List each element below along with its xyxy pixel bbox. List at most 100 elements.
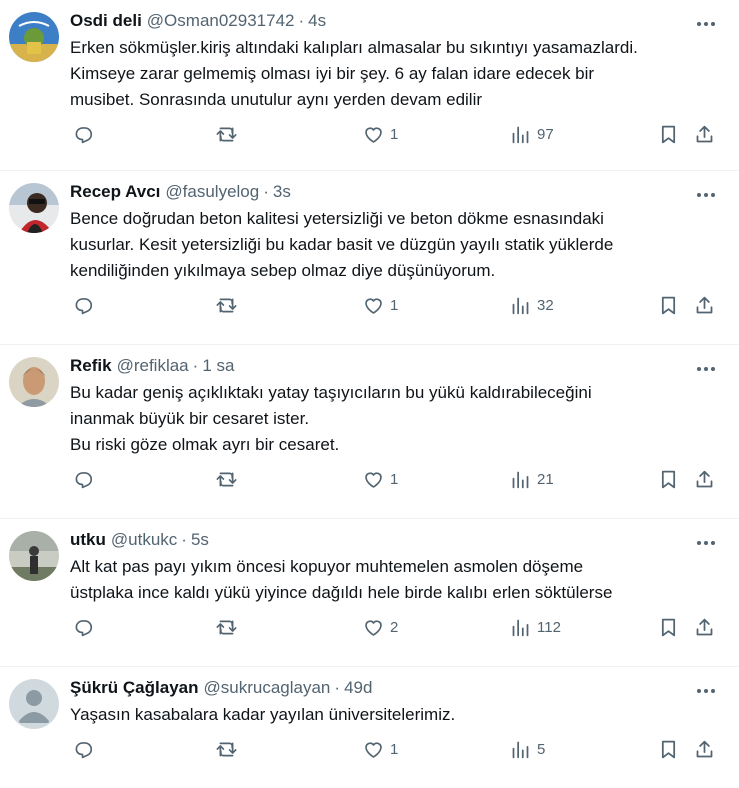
like-button[interactable]: 1 [363, 468, 398, 490]
retweet-button[interactable] [216, 294, 237, 316]
user-handle[interactable]: @sukrucaglayan [204, 677, 331, 699]
tweet-text-line: musibet. Sonrasında unutulur aynı yerden… [70, 90, 483, 109]
reply-button[interactable] [72, 123, 93, 145]
action-bar: 1 21 [70, 458, 723, 504]
user-handle[interactable]: @Osman02931742 [147, 10, 295, 32]
timestamp[interactable]: 3s [273, 181, 291, 203]
share-button[interactable] [694, 738, 715, 760]
tweet[interactable]: utku @utkukc · 5s Alt kat pas payı yıkım… [0, 519, 739, 667]
bookmark-button[interactable] [658, 123, 679, 145]
views-icon [512, 741, 529, 758]
bookmark-icon [661, 296, 676, 314]
bookmark-button[interactable] [658, 468, 679, 490]
share-icon [696, 470, 713, 487]
share-button[interactable] [694, 468, 715, 490]
like-count: 1 [390, 296, 399, 314]
display-name[interactable]: Recep Avcı [70, 181, 160, 203]
more-button[interactable] [693, 359, 719, 379]
display-name[interactable]: utku [70, 529, 106, 551]
views-button[interactable]: 5 [510, 738, 545, 760]
share-icon [696, 296, 713, 313]
bookmark-button[interactable] [658, 294, 679, 316]
share-button[interactable] [694, 616, 715, 638]
reply-button[interactable] [72, 468, 93, 490]
like-icon [365, 471, 382, 488]
tweet-text: Bu kadar geniş açıklıktakı yatay taşıyıc… [70, 380, 723, 458]
tweet-text-line: Erken sökmüşler.kiriş altındaki kalıplar… [70, 38, 638, 57]
views-button[interactable]: 112 [510, 616, 561, 638]
separator: · [298, 11, 305, 30]
tweet-header: Osdi deli @Osman02931742 · 4s [70, 10, 723, 32]
like-button[interactable]: 2 [363, 616, 398, 638]
bookmark-button[interactable] [658, 616, 679, 638]
like-icon [365, 297, 382, 314]
more-icon [697, 22, 715, 26]
tweet[interactable]: Recep Avcı @fasulyelog · 3s Bence doğrud… [0, 171, 739, 345]
timestamp[interactable]: 1 sa [202, 355, 234, 377]
views-icon [512, 619, 529, 636]
reply-icon [75, 297, 93, 314]
like-button[interactable]: 1 [363, 294, 398, 316]
avatar[interactable] [9, 357, 59, 407]
like-button[interactable]: 1 [363, 123, 398, 145]
tweet-text-line: üstplaka ince kaldı yükü yiyince dağıldı… [70, 583, 613, 602]
retweet-icon [216, 127, 237, 141]
reply-button[interactable] [72, 616, 93, 638]
share-icon [696, 618, 713, 635]
like-icon [365, 619, 382, 636]
retweet-button[interactable] [216, 468, 237, 490]
more-icon [697, 689, 715, 693]
action-bar: 1 97 [70, 113, 723, 159]
more-button[interactable] [693, 14, 719, 34]
separator: · [192, 356, 199, 375]
share-icon [696, 125, 713, 142]
retweet-icon [216, 472, 237, 486]
tweet[interactable]: Refik @refiklaa · 1 sa Bu kadar geniş aç… [0, 345, 739, 519]
avatar[interactable] [9, 679, 59, 729]
tweet[interactable]: Osdi deli @Osman02931742 · 4s Erken sökm… [0, 0, 739, 171]
views-button[interactable]: 97 [510, 123, 554, 145]
user-handle[interactable]: @utkukc [111, 529, 177, 551]
like-button[interactable]: 1 [363, 738, 398, 760]
tweet-text: Yaşasın kasabalara kadar yayılan ünivers… [70, 702, 723, 728]
reply-icon [75, 741, 93, 758]
retweet-button[interactable] [216, 123, 237, 145]
views-button[interactable]: 21 [510, 468, 554, 490]
tweet-text-line: kusurlar. Kesit yetersizliği bu kadar ba… [70, 235, 614, 254]
user-handle[interactable]: @fasulyelog [165, 181, 259, 203]
more-button[interactable] [693, 185, 719, 205]
view-count: 97 [537, 125, 554, 143]
reply-button[interactable] [72, 738, 93, 760]
views-icon [512, 297, 529, 314]
user-handle[interactable]: @refiklaa [117, 355, 189, 377]
views-button[interactable]: 32 [510, 294, 554, 316]
retweet-button[interactable] [216, 738, 237, 760]
tweet-text-line: Kimseye zarar gelmemiş olması iyi bir şe… [70, 64, 595, 83]
avatar[interactable] [9, 531, 59, 581]
retweet-button[interactable] [216, 616, 237, 638]
timestamp[interactable]: 4s [308, 10, 326, 32]
avatar[interactable] [9, 183, 59, 233]
tweet[interactable]: Şükrü Çağlayan @sukrucaglayan · 49d Yaşa… [0, 667, 739, 788]
like-icon [365, 741, 382, 758]
display-name[interactable]: Şükrü Çağlayan [70, 677, 199, 699]
display-name[interactable]: Osdi deli [70, 10, 142, 32]
bookmark-button[interactable] [658, 738, 679, 760]
bookmark-icon [661, 740, 676, 758]
tweet-text-line: Bence doğrudan beton kalitesi yetersizli… [70, 209, 604, 228]
like-count: 1 [390, 470, 399, 488]
share-button[interactable] [694, 123, 715, 145]
more-icon [697, 193, 715, 197]
tweet-header: utku @utkukc · 5s [70, 529, 723, 551]
timestamp[interactable]: 5s [191, 529, 209, 551]
tweet-text-line: Bu riski göze olmak ayrı bir cesaret. [70, 435, 340, 454]
view-count: 32 [537, 296, 554, 314]
tweet-header: Recep Avcı @fasulyelog · 3s [70, 181, 723, 203]
more-button[interactable] [693, 681, 719, 701]
share-button[interactable] [694, 294, 715, 316]
display-name[interactable]: Refik [70, 355, 112, 377]
more-button[interactable] [693, 533, 719, 553]
avatar[interactable] [9, 12, 59, 62]
timestamp[interactable]: 49d [344, 677, 372, 699]
reply-button[interactable] [72, 294, 93, 316]
